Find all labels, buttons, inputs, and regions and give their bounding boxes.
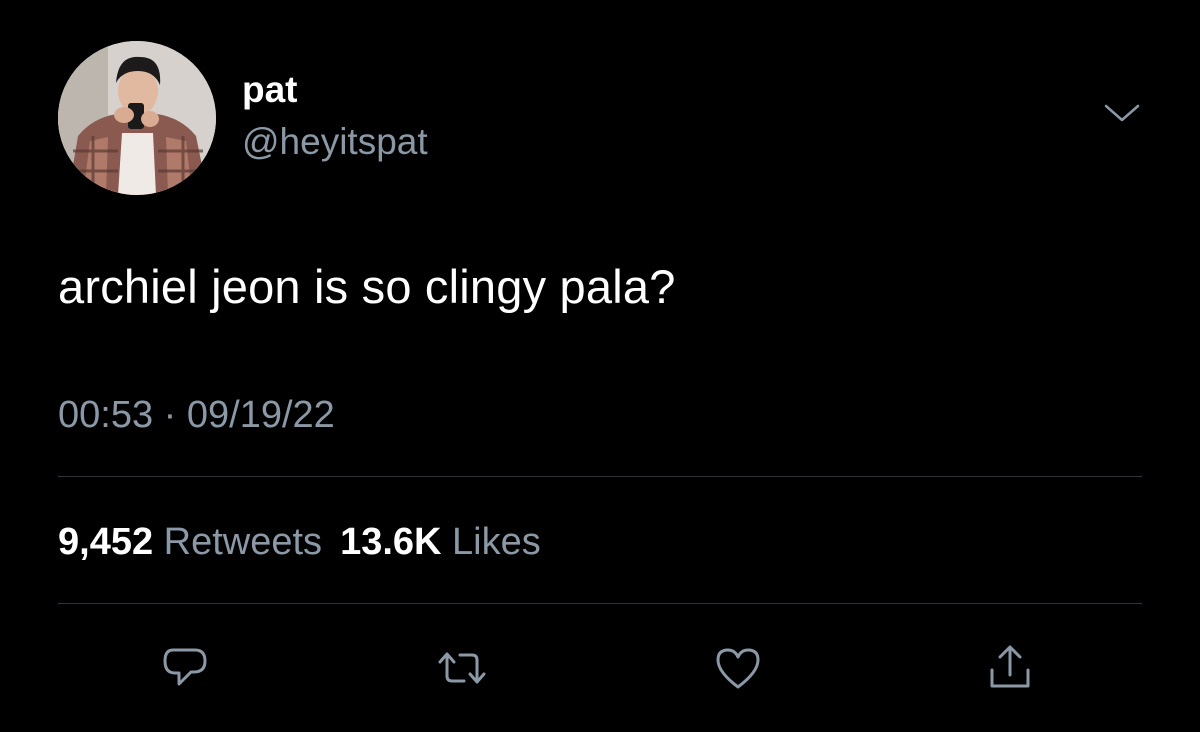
- share-button[interactable]: [980, 638, 1040, 698]
- author-display-name[interactable]: pat: [242, 68, 298, 112]
- retweets-count: 9,452: [58, 521, 154, 563]
- meta-separator: ·: [153, 394, 187, 436]
- avatar[interactable]: [58, 41, 216, 195]
- retweet-icon: [438, 652, 486, 684]
- tweet-stats: 9,452 Retweets 13.6K Likes: [58, 519, 541, 565]
- tweet-time: 00:53: [58, 394, 154, 436]
- chevron-down-icon: [1104, 104, 1140, 122]
- likes-stat[interactable]: 13.6K Likes: [340, 521, 541, 563]
- tweet-text: archiel jeon is so clingy pala?: [58, 260, 676, 313]
- more-options-button[interactable]: [1100, 98, 1144, 128]
- retweets-label: Retweets: [163, 521, 323, 563]
- likes-count: 13.6K: [340, 521, 442, 563]
- likes-label: Likes: [452, 521, 541, 563]
- avatar-image: [58, 41, 216, 195]
- divider-top: [58, 476, 1142, 477]
- retweets-stat[interactable]: 9,452 Retweets: [58, 521, 322, 563]
- retweet-button[interactable]: [432, 638, 492, 698]
- tweet-timestamp[interactable]: 00:53 · 09/19/22: [58, 392, 335, 438]
- reply-button[interactable]: [155, 638, 215, 698]
- heart-icon: [716, 648, 760, 689]
- author-handle[interactable]: @heyitspat: [242, 120, 428, 164]
- like-button[interactable]: [708, 638, 768, 698]
- tweet-date: 09/19/22: [186, 394, 335, 436]
- share-icon: [990, 645, 1030, 688]
- divider-bottom: [58, 603, 1142, 604]
- reply-icon: [163, 648, 207, 686]
